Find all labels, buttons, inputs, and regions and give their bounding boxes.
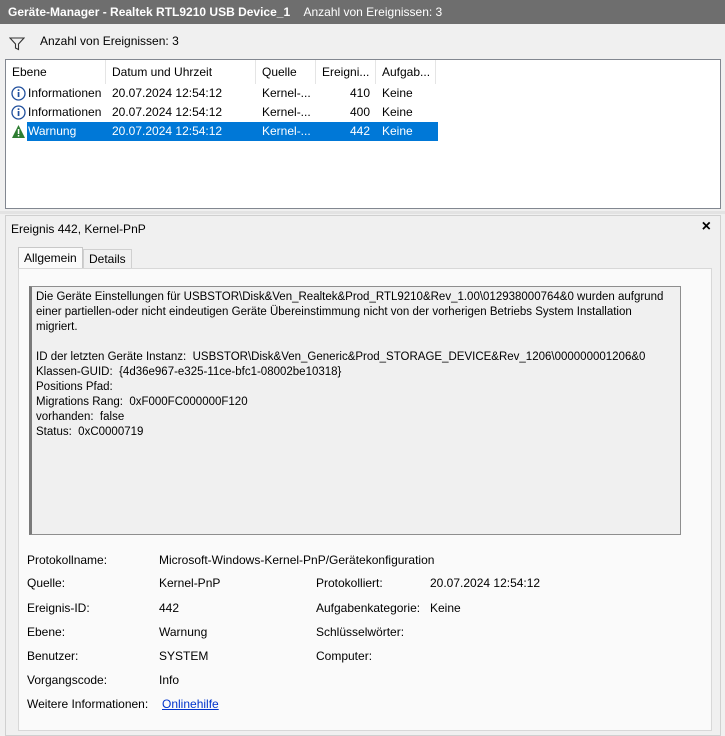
column-header-datetime[interactable]: Datum und Uhrzeit: [106, 60, 256, 84]
cell-level: Informationen: [28, 105, 102, 119]
cell-task: Keine: [382, 105, 413, 119]
window-title: Geräte-Manager - Realtek RTL9210 USB Dev…: [8, 5, 291, 19]
event-detail-panel: Ereignis 442, Kernel-PnP × Allgemein Det…: [5, 215, 721, 736]
prop-value-vorgangscode: Info: [159, 673, 180, 687]
cell-datetime: 20.07.2024 12:54:12: [112, 124, 223, 138]
prop-value-protokollname: Microsoft-Windows-Kernel-PnP/Gerätekonfi…: [159, 553, 435, 567]
prop-label-protokolliert: Protokolliert:: [316, 576, 383, 590]
prop-label-schluesselwoerter: Schlüsselwörter:: [316, 625, 405, 639]
filter-bar: Anzahl von Ereignissen: 3: [0, 28, 725, 54]
warning-icon: [11, 124, 26, 139]
prop-label-ebene: Ebene:: [27, 625, 66, 639]
prop-label-computer: Computer:: [316, 649, 373, 663]
prop-value-protokolliert: 20.07.2024 12:54:12: [430, 576, 541, 590]
prop-label-weitere-informationen: Weitere Informationen:: [27, 697, 149, 711]
prop-label-aufgabenkategorie: Aufgabenkategorie:: [316, 601, 421, 615]
info-icon: [11, 105, 26, 120]
info-icon: [11, 86, 26, 101]
prop-label-benutzer: Benutzer:: [27, 649, 79, 663]
tab-details[interactable]: Details: [83, 249, 132, 268]
window-titlebar: Geräte-Manager - Realtek RTL9210 USB Dev…: [0, 0, 725, 24]
column-header-level[interactable]: Ebene: [6, 60, 106, 84]
prop-value-aufgabenkategorie: Keine: [430, 601, 461, 615]
event-count-title: Anzahl von Ereignissen: 3: [303, 5, 443, 19]
cell-event-id: 400: [349, 105, 370, 119]
detail-tabs: Allgemein Details: [6, 247, 720, 269]
tab-allgemein[interactable]: Allgemein: [18, 247, 83, 269]
prop-value-ereignis-id: 442: [159, 601, 180, 615]
cell-source: Kernel-...: [262, 124, 311, 138]
cell-task: Keine: [382, 86, 413, 100]
onlinehilfe-link[interactable]: Onlinehilfe: [162, 696, 219, 712]
filter-label: Anzahl von Ereignissen: 3: [40, 34, 179, 48]
filter-icon[interactable]: [8, 34, 26, 60]
prop-value-ebene: Warnung: [159, 625, 208, 639]
column-header-source[interactable]: Quelle: [256, 60, 316, 84]
event-list[interactable]: Ebene Datum und Uhrzeit Quelle Ereigni..…: [5, 59, 721, 209]
prop-label-protokollname: Protokollname:: [27, 553, 108, 567]
prop-label-quelle: Quelle:: [27, 576, 66, 590]
detail-title: Ereignis 442, Kernel-PnP: [11, 222, 146, 236]
close-icon[interactable]: ×: [702, 218, 711, 236]
cell-level: Informationen: [28, 86, 102, 100]
cell-task: Keine: [382, 124, 413, 138]
column-header-event-id[interactable]: Ereigni...: [316, 60, 376, 84]
cell-datetime: 20.07.2024 12:54:12: [112, 105, 223, 119]
prop-label-vorgangscode: Vorgangscode:: [27, 673, 108, 687]
table-row[interactable]: Informationen 20.07.2024 12:54:12 Kernel…: [6, 103, 438, 122]
table-row[interactable]: Informationen 20.07.2024 12:54:12 Kernel…: [6, 84, 438, 103]
prop-label-ereignis-id: Ereignis-ID:: [27, 601, 90, 615]
cell-event-id: 442: [349, 124, 370, 138]
column-header-task[interactable]: Aufgab...: [376, 60, 436, 84]
cell-source: Kernel-...: [262, 105, 311, 119]
cell-event-id: 410: [349, 86, 370, 100]
table-row-selected[interactable]: Warnung 20.07.2024 12:54:12 Kernel-... 4…: [27, 122, 438, 141]
prop-value-benutzer: SYSTEM: [159, 649, 209, 663]
panel-splitter[interactable]: [0, 211, 725, 214]
prop-value-quelle: Kernel-PnP: [159, 576, 221, 590]
cell-datetime: 20.07.2024 12:54:12: [112, 86, 223, 100]
cell-source: Kernel-...: [262, 86, 311, 100]
cell-level: Warnung: [28, 124, 77, 138]
event-message[interactable]: Die Geräte Einstellungen für USBSTOR\Dis…: [29, 286, 681, 535]
